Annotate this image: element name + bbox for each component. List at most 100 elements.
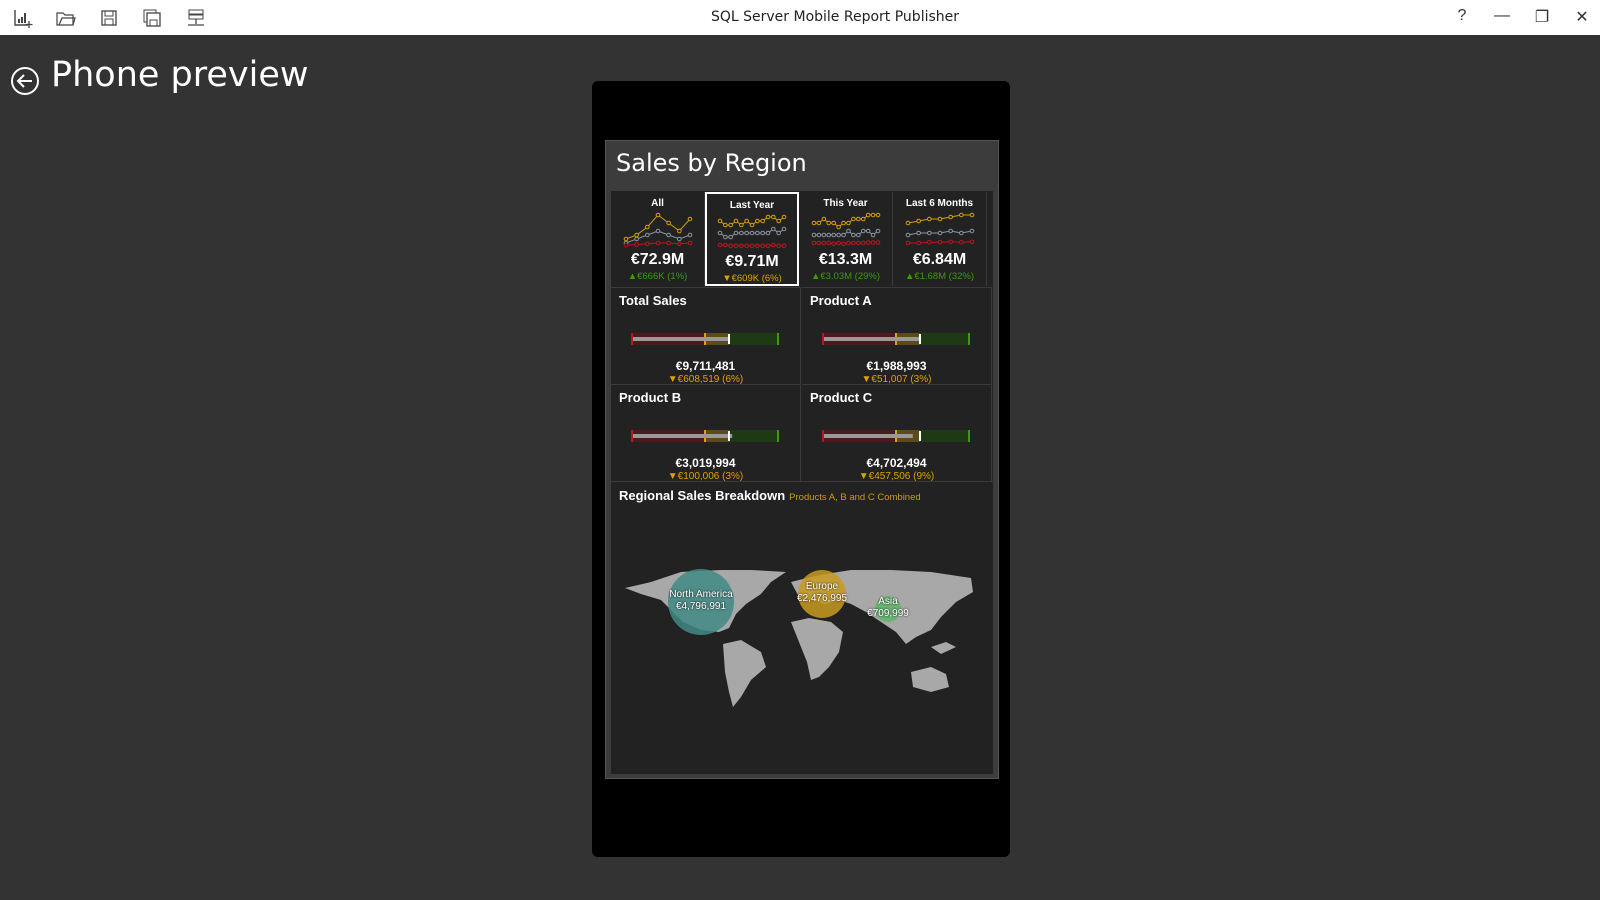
sparkline-point bbox=[926, 216, 932, 222]
sparkline-point bbox=[665, 232, 671, 238]
sparkline-point bbox=[835, 240, 841, 246]
tile-sparkline bbox=[717, 214, 787, 249]
sparkline-point bbox=[915, 218, 921, 224]
sparkline-point bbox=[655, 212, 660, 218]
sparkline-point bbox=[926, 230, 932, 236]
map-title-text: Regional Sales Breakdown bbox=[619, 488, 786, 503]
sparkline-point bbox=[717, 242, 723, 248]
sparkline-point bbox=[749, 222, 755, 228]
sparkline-point bbox=[860, 240, 866, 246]
sparkline-point bbox=[870, 232, 875, 238]
sparkline-point bbox=[623, 236, 628, 242]
sparkline-point bbox=[717, 230, 723, 236]
sparkline-point bbox=[739, 222, 744, 228]
tile-value: €13.3M bbox=[818, 251, 873, 268]
sparkline-point bbox=[771, 242, 776, 248]
sparkline-point bbox=[755, 218, 760, 224]
sparkline-point bbox=[676, 241, 682, 247]
gauge-card[interactable]: Product A €1,988,993 ▼€51,007 (3%) bbox=[802, 287, 992, 385]
sparkline-point bbox=[781, 243, 787, 249]
regional-sales-map[interactable]: Regional Sales Breakdown Products A, B an… bbox=[611, 481, 993, 774]
sparkline-point bbox=[825, 240, 831, 246]
sparkline-point bbox=[855, 216, 861, 222]
gauge-value-bar bbox=[633, 337, 730, 341]
minimize-button[interactable]: — bbox=[1492, 7, 1512, 25]
sparkline-point bbox=[830, 241, 836, 247]
sparkline-point bbox=[840, 232, 846, 238]
region-name: Asia bbox=[878, 596, 898, 607]
region-value: €709,999 bbox=[867, 608, 909, 619]
sparkline-point bbox=[728, 243, 733, 249]
sparkline-point bbox=[687, 240, 692, 246]
gauge-title: Product A bbox=[810, 293, 872, 308]
gauge-tick bbox=[777, 430, 779, 442]
sparkline-point bbox=[728, 234, 733, 240]
gauge-card[interactable]: Total Sales €9,711,481 ▼€608,519 (6%) bbox=[611, 287, 801, 385]
gauge-value-bar bbox=[824, 434, 913, 438]
bullet-gauge bbox=[631, 430, 779, 442]
gauge-card[interactable]: Product C €4,702,494 ▼€457,506 (9%) bbox=[802, 384, 992, 482]
gauge-title: Total Sales bbox=[619, 293, 687, 308]
gauge-value: €4,702,494 bbox=[866, 456, 927, 470]
sparkline-point bbox=[633, 242, 639, 247]
sparkline-point bbox=[771, 214, 776, 220]
tile-label: All bbox=[651, 198, 664, 209]
sparkline-point bbox=[739, 230, 744, 236]
sparkline-point bbox=[749, 243, 755, 249]
gauge-good-range bbox=[729, 430, 779, 442]
region-label: Asia €709,999 bbox=[848, 596, 928, 620]
sparkline-point bbox=[776, 230, 781, 236]
restore-button[interactable]: ❐ bbox=[1532, 7, 1552, 27]
gauge-value-bar bbox=[824, 337, 921, 341]
bullet-gauge bbox=[822, 430, 970, 442]
sparkline-point bbox=[744, 218, 749, 224]
time-filter-tile[interactable]: All €72.9M ▲€666K (1%) bbox=[611, 192, 705, 286]
time-filter-tile[interactable]: This Year €13.3M ▲€3.03M (29%) bbox=[799, 192, 893, 286]
sparkline-point bbox=[765, 214, 771, 220]
sparkline-point bbox=[860, 228, 866, 234]
sparkline-point bbox=[835, 224, 841, 230]
sparkline-point bbox=[811, 240, 816, 246]
sparkline-point bbox=[835, 232, 841, 238]
tile-delta: ▲€666K (1%) bbox=[627, 271, 688, 282]
sparkline-point bbox=[776, 218, 781, 224]
gauge-value: €1,988,993 bbox=[866, 359, 927, 373]
help-button[interactable]: ? bbox=[1452, 7, 1472, 25]
close-button[interactable]: ✕ bbox=[1572, 7, 1592, 27]
sparkline-point bbox=[845, 220, 851, 226]
gauge-tick bbox=[777, 333, 779, 345]
sparkline-point bbox=[676, 236, 682, 242]
sparkline-point bbox=[765, 243, 771, 249]
world-map bbox=[625, 570, 973, 707]
sparkline-point bbox=[733, 243, 739, 249]
report-screen: Sales by Region All €72.9M ▲€666K (1%) L… bbox=[605, 140, 999, 779]
sparkline-point bbox=[947, 214, 953, 220]
sparkline-point bbox=[816, 220, 821, 226]
region-name: Europe bbox=[805, 581, 839, 592]
gauge-target-marker bbox=[728, 431, 730, 441]
time-filter-tile[interactable]: Last 6 Months €6.84M ▲€1.68M (32%) bbox=[893, 192, 987, 286]
gauge-tick bbox=[631, 430, 633, 442]
sparkline-point bbox=[816, 232, 821, 238]
page-title: Phone preview bbox=[51, 55, 309, 95]
gauge-value-bar bbox=[633, 434, 733, 438]
sparkline-point bbox=[739, 243, 744, 249]
sparkline-point bbox=[771, 226, 776, 232]
sparkline-point bbox=[760, 230, 765, 236]
tile-delta: ▲€3.03M (29%) bbox=[810, 271, 881, 282]
sparkline-point bbox=[855, 240, 861, 246]
sparkline-point bbox=[915, 230, 921, 236]
sparkline-point bbox=[825, 232, 831, 238]
sparkline-point bbox=[850, 232, 856, 238]
sparkline-point bbox=[749, 230, 755, 236]
sparkline-point bbox=[723, 234, 728, 240]
sparkline-point bbox=[644, 232, 650, 238]
time-filter-tile[interactable]: Last Year €9.71M ▼€609K (6%) bbox=[705, 192, 799, 286]
back-arrow-icon[interactable] bbox=[10, 66, 40, 96]
sparkline-point bbox=[860, 216, 866, 222]
sparkline-point bbox=[728, 222, 733, 228]
region-value: €4,796,991 bbox=[675, 601, 727, 612]
sparkline-point bbox=[723, 242, 728, 248]
sparkline-point bbox=[958, 212, 964, 218]
gauge-card[interactable]: Product B €3,019,994 ▼€100,006 (3%) bbox=[611, 384, 801, 482]
